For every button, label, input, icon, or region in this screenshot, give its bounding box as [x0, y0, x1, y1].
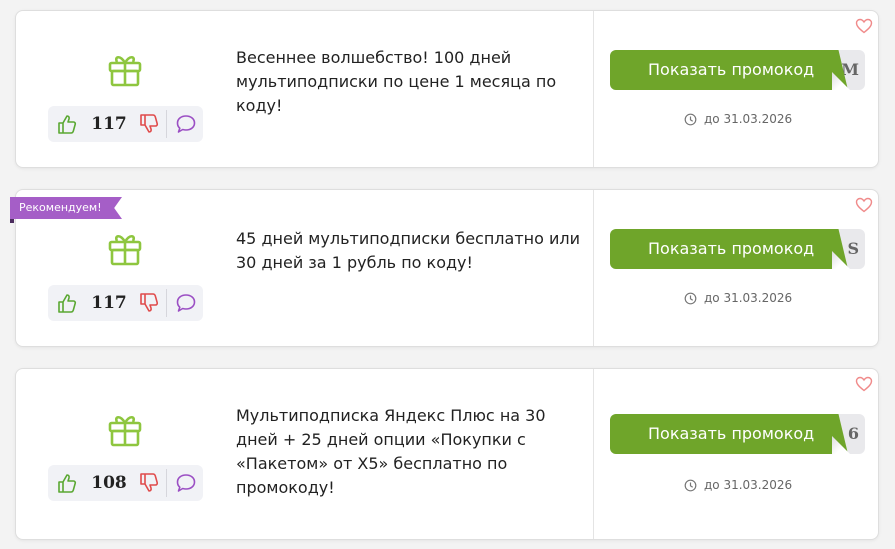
- thumbs-up-icon[interactable]: [56, 292, 78, 314]
- show-promocode-button[interactable]: 6 Показать промокод: [610, 414, 865, 454]
- thumbs-up-icon[interactable]: [56, 113, 78, 135]
- show-promocode-label[interactable]: Показать промокод: [610, 229, 848, 269]
- offer-description[interactable]: Мультиподписка Яндекс Плюс на 30 дней + …: [236, 404, 581, 500]
- show-promocode-label[interactable]: Показать промокод: [610, 414, 848, 454]
- offer-card: 108 Мультиподписка Яндекс Плюс на 30 дне…: [15, 368, 879, 540]
- vote-divider: [166, 110, 167, 138]
- offer-card: 117 Весеннее волшебство! 100 дней мульти…: [15, 10, 879, 168]
- ribbon-fold: [10, 219, 14, 223]
- thumbs-down-icon[interactable]: [138, 292, 160, 314]
- gift-icon: [108, 55, 142, 87]
- card-divider: [593, 11, 594, 167]
- gift-icon: [108, 234, 142, 266]
- offer-description[interactable]: 45 дней мультиподписки бесплатно или 30 …: [236, 227, 581, 275]
- card-divider: [593, 369, 594, 539]
- show-promocode-button[interactable]: S Показать промокод: [610, 229, 865, 269]
- clock-icon: [684, 479, 697, 492]
- offer-card: 117 45 дней мультиподписки бесплатно или…: [15, 189, 879, 347]
- show-promocode-label[interactable]: Показать промокод: [610, 50, 848, 90]
- recommended-badge: Рекомендуем!: [10, 197, 122, 219]
- expiry-text: до 31.03.2026: [704, 478, 793, 492]
- vote-divider: [166, 289, 167, 317]
- heart-icon[interactable]: [855, 376, 873, 392]
- comment-icon[interactable]: [175, 472, 197, 494]
- expiry-date: до 31.03.2026: [684, 477, 824, 493]
- gift-icon: [108, 415, 142, 447]
- thumbs-up-icon[interactable]: [56, 472, 78, 494]
- vote-panel: 108: [48, 465, 203, 501]
- vote-divider: [166, 469, 167, 497]
- card-divider: [593, 190, 594, 346]
- expiry-text: до 31.03.2026: [704, 291, 793, 305]
- comment-icon[interactable]: [175, 292, 197, 314]
- expiry-date: до 31.03.2026: [684, 290, 824, 306]
- heart-icon[interactable]: [855, 18, 873, 34]
- offer-description[interactable]: Весеннее волшебство! 100 дней мультиподп…: [236, 46, 581, 118]
- expiry-text: до 31.03.2026: [704, 112, 793, 126]
- thumbs-down-icon[interactable]: [138, 113, 160, 135]
- thumbs-down-icon[interactable]: [138, 472, 160, 494]
- vote-count: 117: [91, 114, 127, 134]
- vote-panel: 117: [48, 106, 203, 142]
- comment-icon[interactable]: [175, 113, 197, 135]
- heart-icon[interactable]: [855, 197, 873, 213]
- vote-count: 117: [91, 293, 127, 313]
- clock-icon: [684, 292, 697, 305]
- vote-panel: 117: [48, 285, 203, 321]
- clock-icon: [684, 113, 697, 126]
- expiry-date: до 31.03.2026: [684, 111, 824, 127]
- show-promocode-button[interactable]: M Показать промокод: [610, 50, 865, 90]
- vote-count: 108: [91, 473, 127, 493]
